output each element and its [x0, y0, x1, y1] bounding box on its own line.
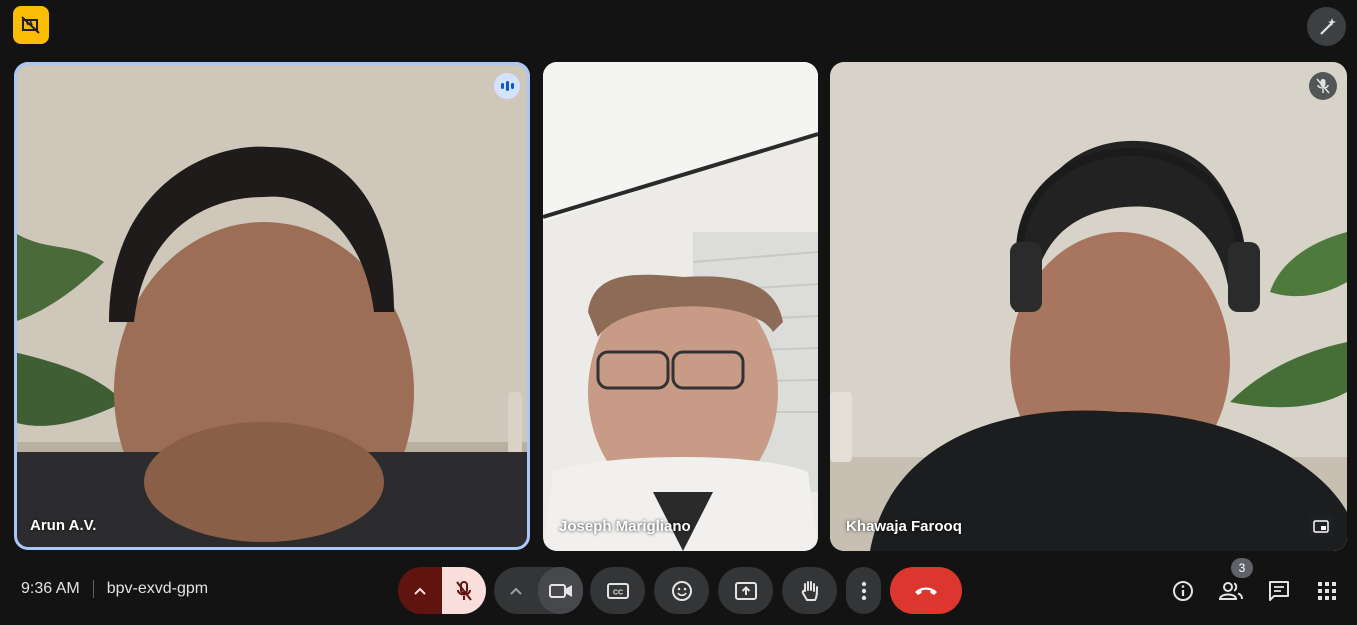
participant-video: [14, 62, 530, 550]
participant-name: Joseph Marigliano: [559, 518, 691, 535]
meeting-details-button[interactable]: [1170, 578, 1196, 604]
speaking-indicator-icon: [494, 73, 520, 99]
people-button[interactable]: [1218, 578, 1244, 604]
call-end-icon: [915, 587, 937, 595]
participant-tile-3[interactable]: Khawaja Farooq: [830, 62, 1347, 551]
muted-indicator: [1309, 72, 1337, 100]
more-vert-icon: [861, 581, 866, 600]
chevron-up-icon: [414, 587, 426, 595]
present-screen-icon: [734, 581, 757, 600]
camera-controls: [494, 567, 583, 614]
picture-in-picture-button[interactable]: [1309, 515, 1333, 537]
captions-icon: CC: [606, 582, 629, 599]
mic-off-icon: [1316, 78, 1330, 94]
people-icon: [1219, 582, 1243, 600]
participant-tile-2[interactable]: Joseph Marigliano: [543, 62, 818, 551]
info-icon: [1173, 581, 1193, 601]
mic-off-icon: [456, 580, 472, 601]
participant-name: Arun A.V.: [30, 517, 97, 534]
meeting-code: bpv-exvd-gpm: [106, 580, 209, 597]
chat-button[interactable]: [1266, 578, 1292, 604]
divider: [92, 580, 94, 598]
send-reaction-button[interactable]: [654, 567, 709, 614]
captions-button[interactable]: CC: [590, 567, 645, 614]
raise-hand-icon: [801, 580, 818, 601]
participant-count-badge: 3: [1231, 558, 1253, 578]
chevron-up-icon: [510, 587, 522, 595]
participant-name: Khawaja Farooq: [846, 518, 962, 535]
microphone-controls: [398, 567, 486, 614]
svg-text:CC: CC: [612, 589, 622, 596]
meeting-time: 9:36 AM: [21, 580, 80, 597]
recording-off-icon: [21, 16, 40, 34]
visual-effects-icon: [1319, 17, 1336, 35]
activities-button[interactable]: [1314, 578, 1340, 604]
participant-tile-1[interactable]: Arun A.V.: [14, 62, 530, 550]
leave-call-button[interactable]: [890, 567, 962, 614]
chat-icon: [1269, 581, 1289, 601]
pip-icon: [1313, 519, 1329, 533]
visual-effects-button[interactable]: [1307, 7, 1346, 46]
activities-icon: [1318, 582, 1336, 600]
more-options-button[interactable]: [846, 567, 881, 614]
raise-hand-button[interactable]: [782, 567, 837, 614]
toggle-microphone-button[interactable]: [442, 567, 486, 614]
video-settings-button[interactable]: [494, 567, 538, 614]
toggle-camera-button[interactable]: [538, 567, 583, 614]
emoji-icon: [671, 580, 692, 601]
camera-icon: [548, 583, 572, 598]
participant-video: [543, 62, 818, 551]
recording-off-badge[interactable]: [13, 6, 49, 44]
participant-video: [830, 62, 1347, 551]
present-now-button[interactable]: [718, 567, 773, 614]
meeting-info: 9:36 AM bpv-exvd-gpm: [21, 580, 208, 598]
audio-settings-button[interactable]: [398, 567, 442, 614]
